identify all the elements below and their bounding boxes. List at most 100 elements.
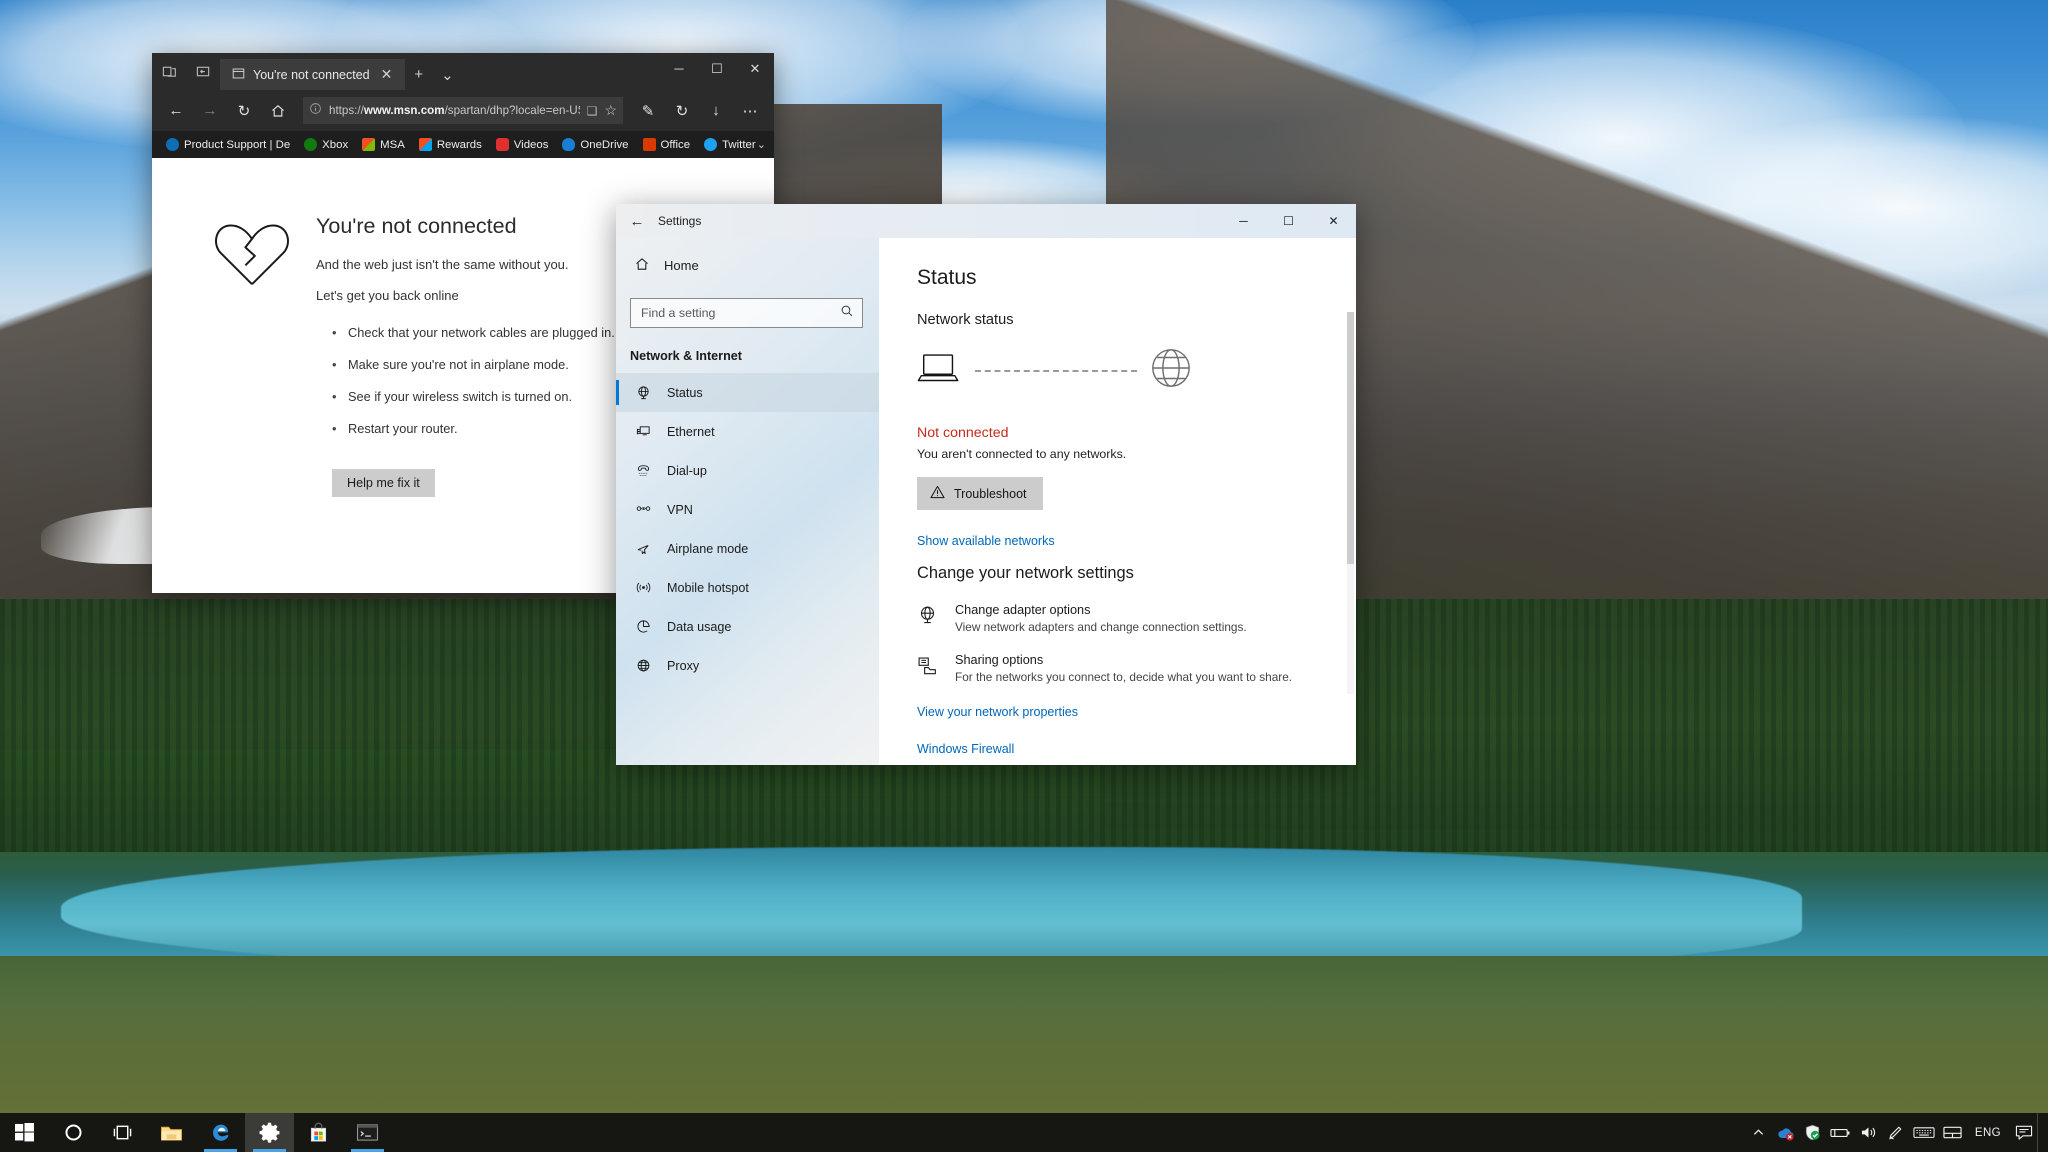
favorite-item[interactable]: Twitter <box>698 136 762 153</box>
action-center-button[interactable] <box>2010 1113 2037 1152</box>
settings-button[interactable] <box>245 1113 294 1152</box>
windows-defender-tray-icon[interactable] <box>1799 1113 1826 1152</box>
onedrive-tray-icon[interactable] <box>1772 1113 1799 1152</box>
tabs-you-set-aside-icon[interactable] <box>186 53 220 90</box>
settings-main-pane: Status Network status Not connected You … <box>879 238 1356 765</box>
settings-scrollbar-thumb[interactable] <box>1347 312 1354 564</box>
dell-icon <box>166 138 179 151</box>
troubleshoot-button[interactable]: Troubleshoot <box>917 477 1043 510</box>
search-icon[interactable] <box>840 304 854 323</box>
favorite-label: Xbox <box>322 138 349 151</box>
downloads-icon[interactable]: ↓ <box>700 96 732 126</box>
option-title: Sharing options <box>955 653 1044 667</box>
windows-firewall-link[interactable]: Windows Firewall <box>917 742 1014 756</box>
airplane-icon <box>634 541 652 556</box>
settings-window: ← Settings ─ ☐ ✕ Home Network & Internet <box>616 204 1356 765</box>
twitter-icon <box>704 138 718 151</box>
address-bar[interactable]: https://www.msn.com/spartan/dhp?locale=e… <box>303 97 623 124</box>
sidebar-item-label: Dial-up <box>667 463 707 478</box>
volume-tray-icon[interactable] <box>1855 1113 1882 1152</box>
home-button[interactable] <box>262 96 294 126</box>
sidebar-item-ethernet[interactable]: Ethernet <box>616 412 879 451</box>
back-button[interactable]: ← <box>160 96 192 126</box>
laptop-icon <box>917 352 963 390</box>
site-info-icon[interactable] <box>309 102 322 120</box>
battery-tray-icon[interactable] <box>1826 1113 1855 1152</box>
sidebar-category-title: Network & Internet <box>630 349 742 363</box>
sidebar-item-proxy[interactable]: Proxy <box>616 646 879 685</box>
sidebar-item-label: Data usage <box>667 619 732 634</box>
sidebar-item-home[interactable]: Home <box>616 246 879 285</box>
task-view-button[interactable] <box>98 1113 147 1152</box>
favorite-item[interactable]: Office <box>637 136 697 153</box>
start-button[interactable] <box>0 1113 49 1152</box>
touchpad-tray-icon[interactable] <box>1939 1113 1966 1152</box>
more-settings-icon[interactable]: ⋯ <box>734 96 766 126</box>
edge-close-button[interactable]: ✕ <box>736 53 774 84</box>
favorite-item[interactable]: MSA <box>356 136 411 153</box>
view-network-properties-link[interactable]: View your network properties <box>917 705 1078 719</box>
sidebar-item-vpn[interactable]: VPN <box>616 490 879 529</box>
favorite-label: Twitter <box>722 138 756 151</box>
sidebar-item-status[interactable]: Status <box>616 373 879 412</box>
dashed-line-icon <box>975 369 1137 372</box>
show-hidden-icons-button[interactable] <box>1745 1113 1772 1152</box>
browser-tab[interactable]: You're not connected ✕ <box>220 59 406 90</box>
sidebar-item-data-usage[interactable]: Data usage <box>616 607 879 646</box>
option-change-adapter-options[interactable]: Change adapter options View network adap… <box>917 603 1356 634</box>
add-favorite-icon[interactable]: ☆ <box>604 102 617 119</box>
new-tab-button[interactable]: + <box>405 59 432 90</box>
help-me-fix-it-button[interactable]: Help me fix it <box>332 469 435 497</box>
settings-window-controls: ─ ☐ ✕ <box>1221 204 1356 238</box>
search-input[interactable] <box>641 306 840 320</box>
language-indicator[interactable]: ENG <box>1966 1113 2010 1152</box>
edge-button[interactable] <box>196 1113 245 1152</box>
sidebar-item-mobile-hotspot[interactable]: Mobile hotspot <box>616 568 879 607</box>
favorite-item[interactable]: Videos <box>490 136 555 153</box>
show-desktop-button[interactable] <box>2037 1113 2044 1152</box>
sidebar-item-label: Ethernet <box>667 424 715 439</box>
error-lead: Let's get you back online <box>316 288 459 303</box>
ethernet-icon <box>634 424 652 439</box>
make-a-note-icon[interactable]: ✎ <box>632 96 664 126</box>
tab-menu-chevron-icon[interactable]: ⌄ <box>432 59 463 90</box>
reading-view-icon[interactable]: ❑ <box>587 104 598 118</box>
sidebar-item-label: Mobile hotspot <box>667 580 749 595</box>
sidebar-item-dial-up[interactable]: Dial-up <box>616 451 879 490</box>
sidebar-item-label: Proxy <box>667 658 700 673</box>
set-tabs-aside-icon[interactable] <box>152 53 186 90</box>
favorite-item[interactable]: Rewards <box>413 136 488 153</box>
network-status-heading: Network status <box>917 312 1014 328</box>
warning-triangle-icon <box>930 485 945 502</box>
address-bar-url: https://www.msn.com/spartan/dhp?locale=e… <box>329 104 580 117</box>
store-button[interactable] <box>294 1113 343 1152</box>
edge-maximize-button[interactable]: ☐ <box>698 53 736 84</box>
edge-minimize-button[interactable]: ─ <box>660 53 698 84</box>
connection-status-label: Not connected <box>917 425 1009 441</box>
settings-titlebar: ← Settings ─ ☐ ✕ <box>616 204 1356 238</box>
sidebar-item-airplane-mode[interactable]: Airplane mode <box>616 529 879 568</box>
favorite-label: Videos <box>513 138 549 151</box>
settings-back-button[interactable]: ← <box>616 204 658 238</box>
favorite-item[interactable]: Product Support | Dе <box>160 136 296 153</box>
search-settings-box[interactable] <box>630 298 863 328</box>
file-explorer-button[interactable] <box>147 1113 196 1152</box>
hub-history-icon[interactable]: ↻ <box>666 96 698 126</box>
edge-window-controls: ─ ☐ ✕ <box>660 53 774 84</box>
refresh-button[interactable]: ↻ <box>228 96 260 126</box>
dialup-phone-icon <box>634 463 652 478</box>
favorites-overflow-chevron-icon[interactable]: ⌄ <box>757 138 766 151</box>
pen-workspace-tray-icon[interactable] <box>1882 1113 1909 1152</box>
cortana-button[interactable] <box>49 1113 98 1152</box>
tab-close-icon[interactable]: ✕ <box>378 66 396 83</box>
show-available-networks-link[interactable]: Show available networks <box>917 534 1055 548</box>
settings-minimize-button[interactable]: ─ <box>1221 204 1266 238</box>
option-sharing-options[interactable]: Sharing options For the networks you con… <box>917 653 1356 684</box>
settings-maximize-button[interactable]: ☐ <box>1266 204 1311 238</box>
favorite-item[interactable]: OneDrive <box>556 136 634 153</box>
terminal-button[interactable] <box>343 1113 392 1152</box>
touch-keyboard-tray-icon[interactable] <box>1909 1113 1939 1152</box>
settings-close-button[interactable]: ✕ <box>1311 204 1356 238</box>
forward-button[interactable]: → <box>194 96 226 126</box>
favorite-item[interactable]: Xbox <box>298 136 354 153</box>
